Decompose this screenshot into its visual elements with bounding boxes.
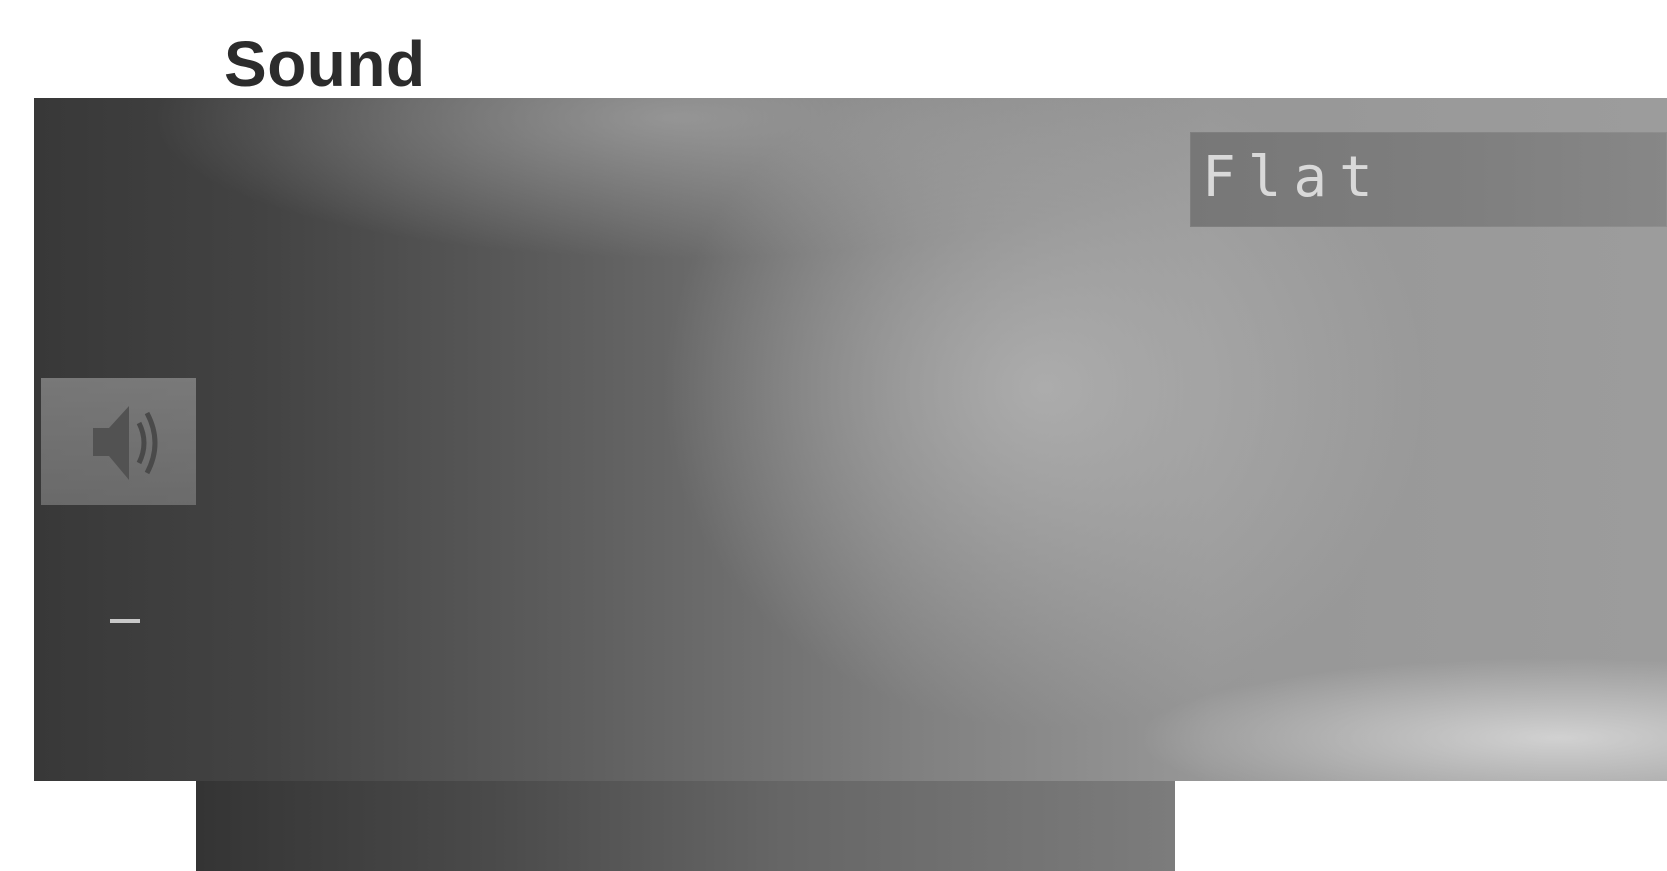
- screen-bottom-extension: [196, 781, 1175, 871]
- sound-preset-bar[interactable]: Flat: [1190, 132, 1667, 227]
- page-title: Sound: [224, 28, 426, 100]
- speaker-icon-button[interactable]: [41, 378, 196, 505]
- speaker-icon: [93, 406, 158, 480]
- level-indicator: [110, 619, 140, 623]
- tv-screen: Flat: [34, 98, 1667, 781]
- sound-preset-value: Flat: [1202, 145, 1385, 210]
